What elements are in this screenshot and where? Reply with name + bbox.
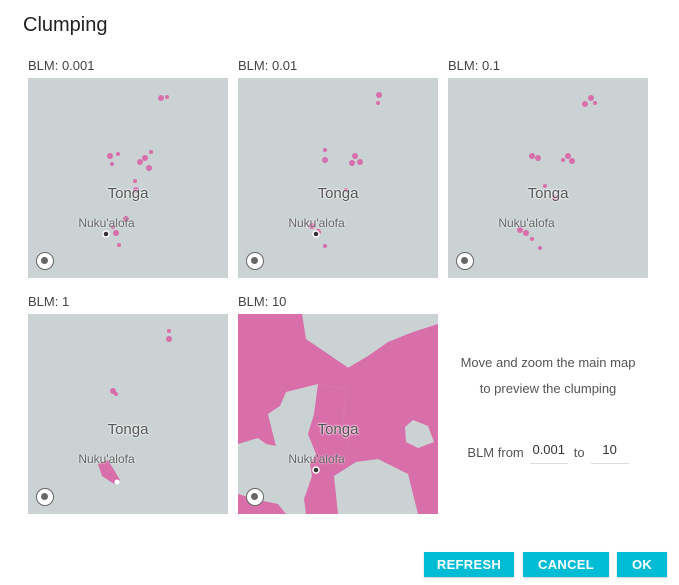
planning-units-4 <box>98 329 172 485</box>
hint-line-2: to preview the clumping <box>479 381 617 396</box>
country-label-3: Tonga <box>527 185 569 202</box>
blm-label-5: BLM: 10 <box>238 294 287 309</box>
blm-from-label: BLM from <box>467 444 524 460</box>
planning-units-2 <box>309 92 382 248</box>
preview-map-2[interactable]: Tonga Nuku'alofa <box>238 78 438 278</box>
blm-to-label: to <box>573 444 585 460</box>
hint-line-1: Move and zoom the main map <box>460 355 636 370</box>
planning-units-3 <box>517 95 597 250</box>
refresh-button[interactable]: REFRESH <box>424 552 514 577</box>
planning-units-1 <box>102 95 169 247</box>
city-label-2: Nuku'alofa <box>288 216 345 230</box>
city-label-5: Nuku'alofa <box>288 452 345 466</box>
blm-to-input[interactable] <box>590 440 629 464</box>
dialog-title: Clumping <box>23 14 108 36</box>
blm-label-1: BLM: 0.001 <box>28 58 95 73</box>
preview-map-3[interactable]: Tonga Nuku'alofa <box>448 78 648 278</box>
compass-icon[interactable] <box>36 488 54 506</box>
blm-range: BLM from to <box>448 440 648 464</box>
compass-icon[interactable] <box>246 488 264 506</box>
blm-label-2: BLM: 0.01 <box>238 58 298 73</box>
country-label-2: Tonga <box>317 185 359 202</box>
blm-label-4: BLM: 1 <box>28 294 70 309</box>
blm-label-3: BLM: 0.1 <box>448 58 501 73</box>
ok-button[interactable]: OK <box>617 552 667 577</box>
country-label-1: Tonga <box>107 185 149 202</box>
blm-from-input[interactable] <box>529 440 568 464</box>
preview-map-4[interactable]: Tonga Nuku'alofa <box>28 314 228 514</box>
preview-map-5[interactable]: Tonga Nuku'alofa <box>238 314 438 514</box>
clumping-hint: Move and zoom the main map to preview th… <box>448 350 648 402</box>
compass-icon[interactable] <box>246 252 264 270</box>
compass-icon[interactable] <box>36 252 54 270</box>
cancel-button[interactable]: CANCEL <box>523 552 609 577</box>
city-label-4: Nuku'alofa <box>78 452 135 466</box>
country-label-5: Tonga <box>317 421 359 438</box>
city-label-3: Nuku'alofa <box>498 216 555 230</box>
compass-icon[interactable] <box>456 252 474 270</box>
planning-units-5 <box>238 314 438 514</box>
city-label-1: Nuku'alofa <box>78 216 135 230</box>
preview-map-1[interactable]: Tonga Nuku'alofa <box>28 78 228 278</box>
country-label-4: Tonga <box>107 421 149 438</box>
